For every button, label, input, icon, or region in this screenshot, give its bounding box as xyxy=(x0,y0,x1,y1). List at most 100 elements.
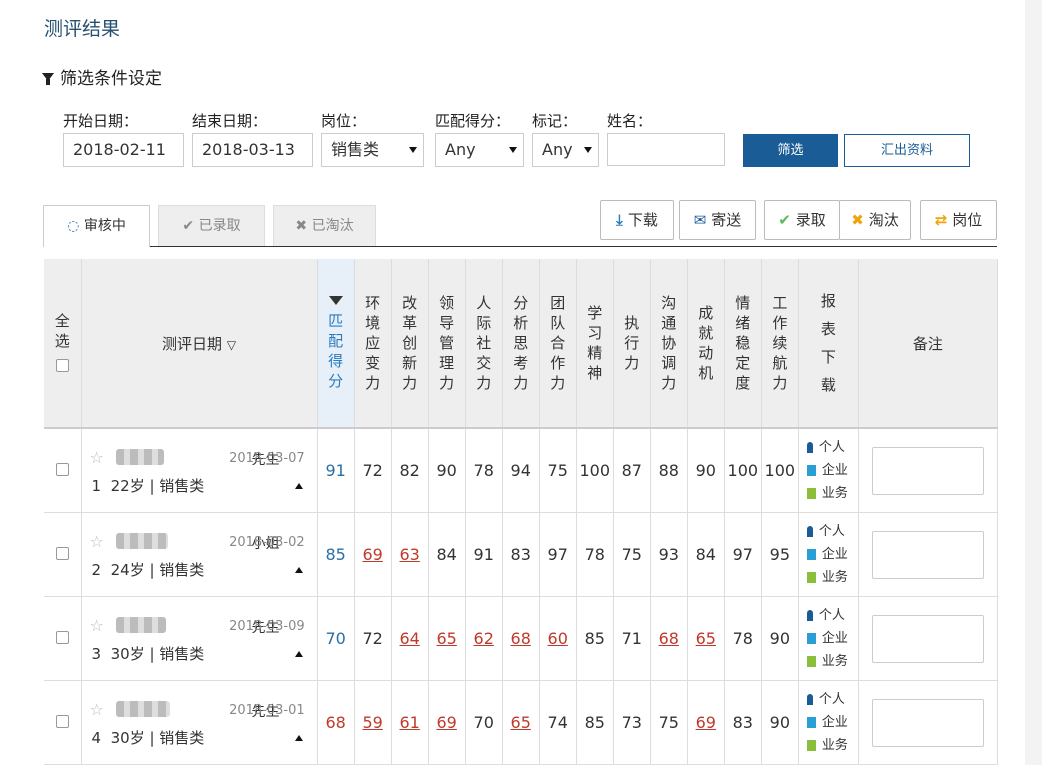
row-checkbox[interactable] xyxy=(55,715,69,728)
row-index: 2 xyxy=(91,561,102,579)
envelope-icon: ✉ xyxy=(693,211,707,229)
select-all-checkbox[interactable] xyxy=(55,358,69,372)
download-button[interactable]: ⤓ 下载 xyxy=(600,200,674,240)
name-input[interactable] xyxy=(607,133,725,166)
competency-score: 83 xyxy=(502,512,540,597)
check-icon: ✔ xyxy=(778,211,791,229)
report-links: 个人 企业 业务 xyxy=(798,596,859,681)
personal-report-link[interactable]: 个人 xyxy=(806,436,858,459)
funnel-icon xyxy=(42,72,54,85)
company-report-link[interactable]: 企业 xyxy=(806,543,858,566)
download-label: 下载 xyxy=(627,211,658,229)
date-header[interactable]: 测评日期 ▽ xyxy=(81,259,318,428)
row-checkbox[interactable] xyxy=(55,547,69,560)
position-button[interactable]: ⇄ 岗位 xyxy=(920,200,997,240)
competency-score: 75 xyxy=(650,680,688,765)
competency-score: 90 xyxy=(761,680,799,765)
tab-reviewing[interactable]: ◌ 审核中 xyxy=(43,205,150,247)
start-date-input[interactable]: 2018-02-11 xyxy=(63,133,184,167)
filter-heading[interactable]: 筛选条件设定 xyxy=(42,64,162,89)
tab-admitted[interactable]: ✔ 已录取 xyxy=(158,205,265,246)
competency-header[interactable]: 成就动机 xyxy=(687,259,725,428)
star-icon[interactable]: ☆ xyxy=(90,532,104,551)
expand-caret-icon[interactable] xyxy=(294,483,303,489)
competency-score: 100 xyxy=(724,428,762,513)
personal-report-link[interactable]: 个人 xyxy=(806,520,858,543)
company-report-label: 企业 xyxy=(821,631,848,646)
row-checkbox[interactable] xyxy=(55,631,69,644)
competency-header[interactable]: 改革创新力 xyxy=(391,259,429,428)
expand-caret-icon[interactable] xyxy=(294,651,303,657)
expand-caret-icon[interactable] xyxy=(294,567,303,573)
business-report-link[interactable]: 业务 xyxy=(806,566,858,589)
star-icon[interactable]: ☆ xyxy=(90,616,104,635)
score-select[interactable]: Any xyxy=(435,133,524,167)
company-report-link[interactable]: 企业 xyxy=(806,627,858,650)
competency-header[interactable]: 人际社交力 xyxy=(465,259,503,428)
note-input[interactable] xyxy=(871,614,984,663)
competency-header[interactable]: 情绪稳定度 xyxy=(724,259,762,428)
competency-header[interactable]: 沟通协调力 xyxy=(650,259,688,428)
download-icon: ⤓ xyxy=(616,211,623,229)
business-report-link[interactable]: 业务 xyxy=(806,734,858,757)
business-report-link[interactable]: 业务 xyxy=(806,482,858,505)
candidate-info: 1 22岁 | 销售类 xyxy=(92,475,205,496)
competency-header-label: 情绪稳定度 xyxy=(735,294,751,392)
business-report-label: 业务 xyxy=(821,738,848,753)
competency-score: 65 xyxy=(687,596,725,681)
sort-desc-icon xyxy=(328,295,343,305)
filter-button[interactable]: 筛选 xyxy=(743,134,838,167)
note-input[interactable] xyxy=(871,530,984,579)
person-icon xyxy=(806,442,813,453)
position-button-label: 岗位 xyxy=(952,211,983,229)
personal-report-link[interactable]: 个人 xyxy=(806,688,858,711)
position-select[interactable]: 销售类 xyxy=(321,133,424,167)
tab-rejected-label: 已淘汰 xyxy=(311,218,354,234)
match-score: 85 xyxy=(317,512,355,597)
competency-header[interactable]: 分析思考力 xyxy=(502,259,540,428)
competency-header[interactable]: 执行力 xyxy=(613,259,651,428)
competency-header[interactable]: 领导管理力 xyxy=(428,259,466,428)
competency-header[interactable]: 团队合作力 xyxy=(539,259,577,428)
table-body: ☆ 先生 2018-03-07 1 22岁 | 销售类 91 72 82 90 78 94 75 10… xyxy=(44,428,999,765)
company-report-link[interactable]: 企业 xyxy=(806,459,858,482)
report-links: 个人 企业 业务 xyxy=(798,680,859,765)
personal-report-label: 个人 xyxy=(818,524,845,539)
competency-score: 82 xyxy=(391,428,429,513)
match-header-label: 匹配得分 xyxy=(328,311,344,390)
assessment-date: 2018-03-07 xyxy=(229,451,305,466)
send-label: 寄送 xyxy=(711,211,742,229)
competency-score: 100 xyxy=(576,428,614,513)
competency-score: 83 xyxy=(724,680,762,765)
business-report-link[interactable]: 业务 xyxy=(806,650,858,673)
sort-caret-icon: ▽ xyxy=(226,337,237,352)
competency-score: 59 xyxy=(354,680,392,765)
competency-score: 64 xyxy=(391,596,429,681)
star-icon[interactable]: ☆ xyxy=(90,700,104,719)
star-icon[interactable]: ☆ xyxy=(90,448,104,467)
redacted-name xyxy=(115,617,166,633)
competency-score: 93 xyxy=(650,512,688,597)
personal-report-link[interactable]: 个人 xyxy=(806,604,858,627)
company-report-link[interactable]: 企业 xyxy=(806,711,858,734)
note-input[interactable] xyxy=(871,446,984,495)
competency-header[interactable]: 工作续航力 xyxy=(761,259,799,428)
end-date-input[interactable]: 2018-03-13 xyxy=(192,133,313,167)
mark-select[interactable]: Any xyxy=(532,133,599,167)
caret-down-icon xyxy=(409,147,417,153)
reject-button[interactable]: ✖ 淘汰 xyxy=(839,200,911,240)
expand-caret-icon[interactable] xyxy=(294,735,303,741)
main-panel: 测评结果 筛选条件设定 开始日期： 结束日期： 岗位： 匹配得分： 标记： 姓名… xyxy=(0,0,1025,765)
export-button[interactable]: 汇出资料 xyxy=(844,134,970,167)
send-button[interactable]: ✉ 寄送 xyxy=(679,200,756,240)
row-checkbox[interactable] xyxy=(55,463,69,476)
tab-rejected[interactable]: ✖ 已淘汰 xyxy=(273,205,376,246)
admit-button[interactable]: ✔ 录取 xyxy=(764,200,840,240)
competency-header[interactable]: 学习精神 xyxy=(576,259,614,428)
match-header[interactable]: 匹配得分 xyxy=(317,259,355,428)
competency-header-label: 环境应变力 xyxy=(365,294,381,392)
note-input[interactable] xyxy=(871,698,984,747)
row-select-cell xyxy=(44,512,82,597)
download-box-icon xyxy=(806,572,816,583)
competency-header[interactable]: 环境应变力 xyxy=(354,259,392,428)
